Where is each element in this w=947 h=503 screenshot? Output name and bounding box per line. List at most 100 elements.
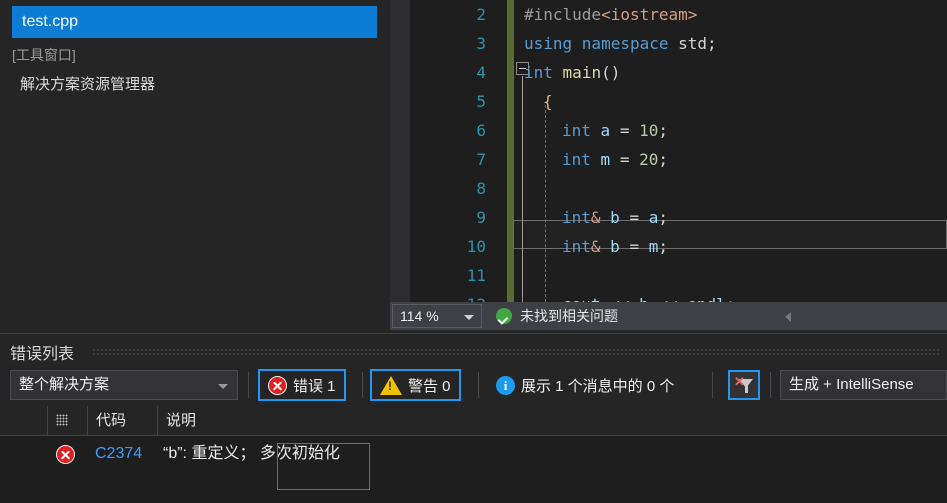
panel-drag-grip[interactable]: [92, 348, 941, 355]
code-token: cout: [562, 295, 601, 302]
code-token: int: [562, 237, 591, 256]
code-token: int: [562, 121, 591, 140]
error-list-panel: 错误列表 整个解决方案 错误 1 警告 0 展示 1 个消息中的 0 个: [0, 333, 947, 503]
error-grid-body: C2374 “b”: 重定义； 多次初始化: [0, 436, 947, 503]
code-token: a: [648, 208, 659, 227]
messages-toggle-label: 展示 1 个消息中的 0 个: [521, 377, 675, 395]
code-editor[interactable]: 2 #include<iostream> 3 using namespace std;…: [390, 0, 947, 302]
code-token: std;: [668, 34, 717, 53]
visual-studio-window: test.cpp [工具窗口] 解决方案资源管理器 2 #include<iost…: [0, 0, 947, 503]
zoom-level-combobox[interactable]: 114 %: [392, 304, 482, 328]
code-token: ;: [658, 150, 668, 169]
error-circle-icon: [268, 375, 287, 395]
code-token: (): [601, 63, 621, 82]
scope-filter-combobox[interactable]: 整个解决方案: [10, 370, 238, 400]
filter-x-mark: ✕: [734, 374, 745, 389]
error-list-toolbar: 整个解决方案 错误 1 警告 0 展示 1 个消息中的 0 个: [0, 366, 947, 406]
code-line[interactable]: int& b = m;: [390, 232, 947, 261]
code-line[interactable]: int a = 10;: [390, 116, 947, 145]
grid-col-dots-icon: [56, 414, 68, 426]
code-token: ;: [658, 237, 668, 256]
toolbar-separator: [248, 372, 249, 398]
code-token: b: [639, 295, 649, 302]
code-token: &: [590, 208, 611, 227]
scope-filter-value: 整个解决方案: [19, 376, 110, 393]
chevron-down-icon: [218, 384, 228, 389]
chevron-down-icon: [464, 315, 474, 320]
code-token: m: [600, 150, 611, 169]
grid-col-severity[interactable]: [0, 406, 48, 436]
code-line[interactable]: cout << b << endl;: [390, 290, 947, 302]
code-token: 20: [639, 150, 659, 169]
code-token: b: [610, 208, 620, 227]
toolbar-separator: [478, 372, 479, 398]
zoom-level-value: 114 %: [400, 308, 439, 324]
code-token: <iostream>: [601, 5, 698, 24]
code-token: int: [562, 208, 591, 227]
warnings-toggle-label: 警告 0: [408, 377, 451, 395]
error-code[interactable]: C2374: [95, 436, 142, 472]
warning-triangle-icon: [380, 375, 402, 395]
editor-status-bar: 114 % 未找到相关问题: [390, 302, 947, 330]
editor-status-message: 未找到相关问题: [520, 308, 618, 324]
code-line[interactable]: {: [390, 87, 947, 116]
code-token: =: [610, 121, 640, 140]
code-token: endl: [687, 295, 726, 302]
toolwindow-label: [工具窗口]: [12, 47, 76, 63]
solution-explorer-label[interactable]: 解决方案资源管理器: [20, 73, 155, 94]
build-source-combobox[interactable]: 生成 + IntelliSense: [780, 370, 947, 400]
warnings-toggle-button[interactable]: 警告 0: [370, 369, 461, 401]
grid-col-description[interactable]: 说明: [158, 406, 947, 436]
table-row[interactable]: C2374 “b”: 重定义； 多次初始化: [0, 436, 947, 472]
code-line[interactable]: #include<iostream>: [390, 0, 947, 29]
code-line[interactable]: int main(): [390, 58, 947, 87]
code-token: =: [619, 208, 649, 227]
error-circle-icon: [56, 445, 75, 464]
info-circle-icon: [496, 375, 515, 395]
error-grid-header: 代码 说明: [0, 406, 947, 436]
error-description: “b”: 重定义； 多次初始化: [163, 445, 340, 462]
code-token: {: [543, 92, 553, 111]
toolbar-separator: [712, 372, 713, 398]
code-line[interactable]: int& b = a;: [390, 203, 947, 232]
code-token: 10: [639, 121, 659, 140]
code-line[interactable]: using namespace std;: [390, 29, 947, 58]
code-token: &: [590, 237, 611, 256]
code-line[interactable]: int m = 20;: [390, 145, 947, 174]
code-token: <<: [649, 295, 688, 302]
grid-col-icon[interactable]: [48, 406, 88, 436]
chevron-left-icon[interactable]: [785, 312, 791, 322]
code-token: b: [610, 237, 620, 256]
code-token: int: [524, 63, 553, 82]
code-line[interactable]: [390, 261, 947, 290]
code-token: int: [562, 150, 591, 169]
code-token: m: [648, 237, 659, 256]
messages-toggle-button[interactable]: 展示 1 个消息中的 0 个: [488, 369, 682, 401]
code-line[interactable]: [390, 174, 947, 203]
left-tool-window-panel: test.cpp [工具窗口] 解决方案资源管理器: [0, 0, 390, 330]
code-token: #include: [524, 5, 602, 24]
code-token: ;: [726, 295, 736, 302]
code-token: <<: [601, 295, 640, 302]
error-list-title: 错误列表: [10, 346, 75, 363]
code-token: using namespace: [524, 34, 669, 53]
code-token: ;: [658, 121, 668, 140]
code-token: =: [610, 150, 640, 169]
errors-toggle-button[interactable]: 错误 1: [258, 369, 346, 401]
code-token: ;: [658, 208, 668, 227]
code-token: a: [600, 121, 611, 140]
errors-toggle-label: 错误 1: [293, 377, 336, 395]
code-token: =: [619, 237, 649, 256]
build-source-value: 生成 + IntelliSense: [789, 376, 914, 393]
top-area: test.cpp [工具窗口] 解决方案资源管理器 2 #include<iost…: [0, 0, 947, 330]
check-circle-icon: [496, 308, 512, 324]
clear-filter-button[interactable]: ✕: [728, 370, 760, 400]
grid-col-code[interactable]: 代码: [88, 406, 158, 436]
code-token: main: [562, 63, 602, 82]
toolbar-separator: [770, 372, 771, 398]
toolbar-separator: [362, 372, 363, 398]
tab-test-cpp[interactable]: test.cpp: [12, 6, 377, 38]
